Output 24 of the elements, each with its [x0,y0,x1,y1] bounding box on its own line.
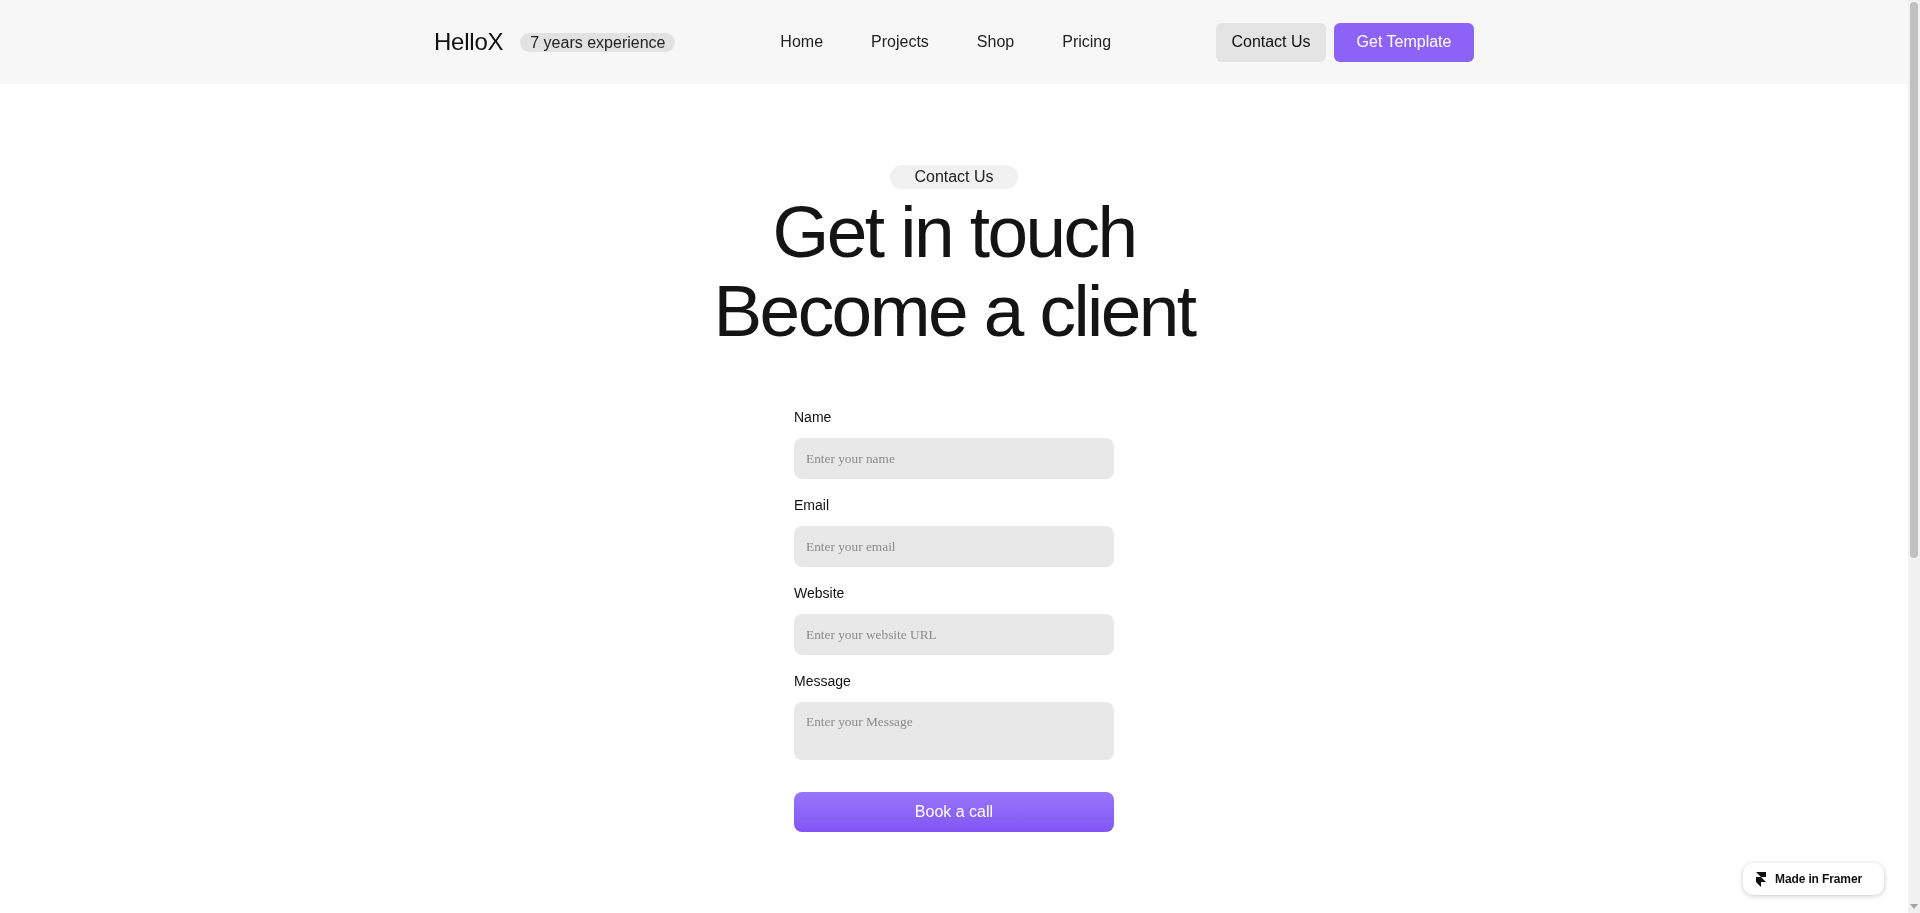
section-tag: Contact Us [890,165,1018,189]
message-field[interactable]: Enter your Message [794,702,1114,760]
contact-button[interactable]: Contact Us [1216,22,1326,62]
nav-link[interactable]: Home [780,32,824,52]
get-template-button[interactable]: Get Template [1334,22,1474,62]
heading-line: Become a client [713,271,1195,350]
heading-line: Get in touch [772,192,1136,271]
field-label: Website [794,585,846,602]
logo-text[interactable]: HelloX [434,28,504,56]
field-label: Message [794,673,852,690]
scrollbar-thumb[interactable] [1910,2,1918,558]
field-label: Email [794,497,830,514]
submit-button[interactable]: Book a call [794,792,1114,832]
logo-icon [1756,871,1766,887]
nav-link[interactable]: Pricing [1062,32,1112,52]
input-field[interactable]: Enter your email [794,526,1114,567]
input-field[interactable]: Enter your name [794,438,1114,479]
field-label: Name [794,409,833,426]
made-in-badge[interactable]: Made in Framer [1743,863,1884,895]
scroll-down-arrow-icon[interactable] [1910,904,1918,909]
input-field[interactable]: Enter your website URL [794,614,1114,655]
nav-link[interactable]: Shop [976,32,1015,52]
nav-link[interactable]: Projects [871,32,929,52]
experience-badge: 7 years experience [520,32,676,52]
